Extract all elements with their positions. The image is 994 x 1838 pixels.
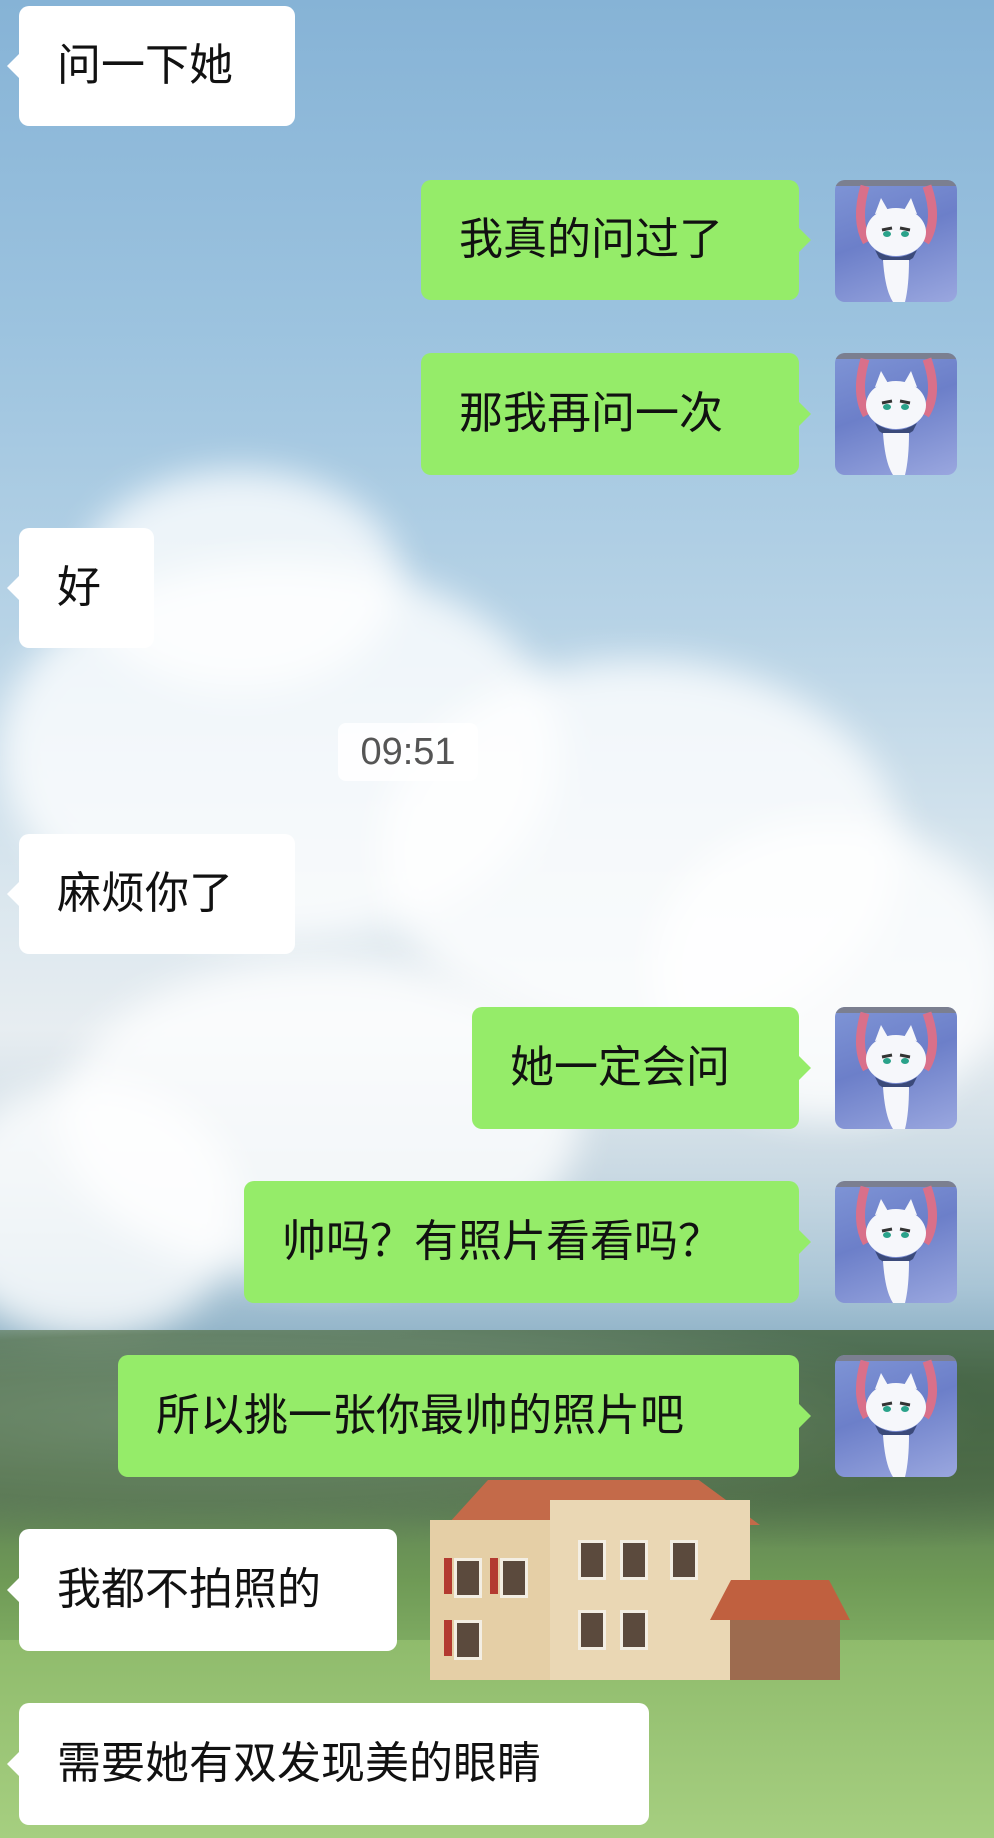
message-text: 麻烦你了 bbox=[57, 868, 233, 919]
outgoing-message[interactable]: 帅吗？有照片看看吗？ bbox=[244, 1181, 811, 1303]
outgoing-message[interactable]: 我真的问过了 bbox=[421, 180, 811, 300]
message-text: 好 bbox=[57, 562, 101, 613]
incoming-message[interactable]: 问一下她 bbox=[7, 6, 295, 126]
incoming-message[interactable]: 我都不拍照的 bbox=[7, 1529, 397, 1651]
timestamp-label: 09:51 bbox=[338, 723, 478, 781]
house-image bbox=[430, 1480, 850, 1680]
incoming-message[interactable]: 需要她有双发现美的眼睛 bbox=[7, 1703, 649, 1825]
incoming-message[interactable]: 好 bbox=[7, 528, 154, 648]
message-text: 需要她有双发现美的眼睛 bbox=[57, 1738, 541, 1789]
incoming-message[interactable]: 麻烦你了 bbox=[7, 834, 295, 954]
cartoon-cat-avatar-icon[interactable] bbox=[835, 180, 957, 302]
message-text: 我都不拍照的 bbox=[57, 1564, 321, 1615]
cartoon-cat-avatar-icon[interactable] bbox=[835, 1355, 957, 1477]
cartoon-cat-avatar-icon[interactable] bbox=[835, 1007, 957, 1129]
outgoing-message[interactable]: 她一定会问 bbox=[472, 1007, 811, 1129]
message-text: 问一下她 bbox=[57, 40, 233, 91]
message-text: 帅吗？有照片看看吗？ bbox=[282, 1216, 722, 1267]
cartoon-cat-avatar-icon[interactable] bbox=[835, 1181, 957, 1303]
message-text: 那我再问一次 bbox=[459, 388, 723, 439]
outgoing-message[interactable]: 所以挑一张你最帅的照片吧 bbox=[118, 1355, 811, 1477]
message-text: 她一定会问 bbox=[510, 1042, 730, 1093]
message-text: 我真的问过了 bbox=[459, 214, 723, 265]
message-text: 所以挑一张你最帅的照片吧 bbox=[156, 1390, 684, 1441]
cartoon-cat-avatar-icon[interactable] bbox=[835, 353, 957, 475]
outgoing-message[interactable]: 那我再问一次 bbox=[421, 353, 811, 475]
